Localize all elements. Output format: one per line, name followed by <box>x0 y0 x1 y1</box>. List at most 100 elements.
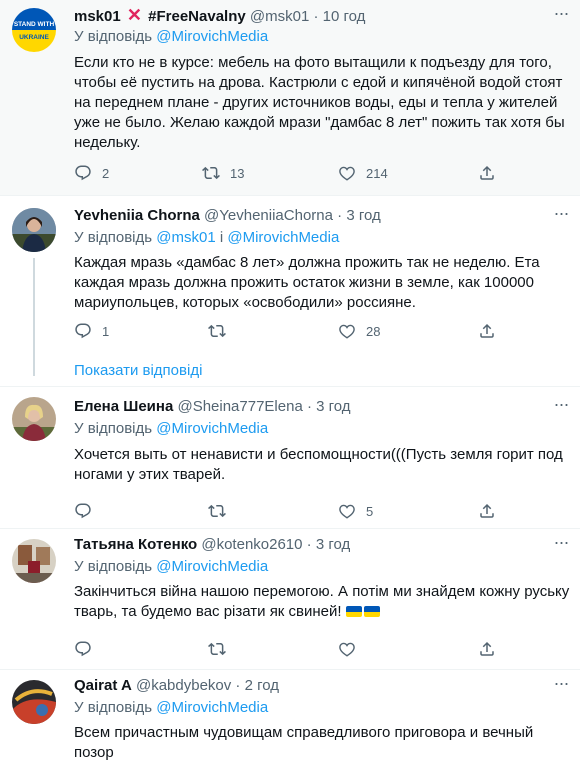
share-icon <box>480 323 494 338</box>
retweet-icon <box>208 324 226 338</box>
retweet-button[interactable] <box>208 501 226 521</box>
heart-icon <box>339 642 355 657</box>
tweet[interactable]: Yevheniia Chorna @YevheniiaChorna · 3 го… <box>0 196 580 387</box>
timestamp[interactable]: 3 год <box>346 207 380 224</box>
ukraine-flag-icon <box>363 606 380 617</box>
like-button[interactable]: 214 <box>338 163 388 183</box>
tweet-actions: 5 <box>74 501 504 521</box>
share-button[interactable] <box>478 501 496 521</box>
avatar[interactable] <box>12 539 56 583</box>
tweet-text: Каждая мразь «дамбас 8 лет» должна прожи… <box>74 254 540 311</box>
user-handle[interactable]: @msk01 <box>250 8 309 25</box>
separator-dot: · <box>306 536 312 553</box>
display-name[interactable]: Yevheniia Chorna <box>74 207 200 224</box>
tweet-header: Татьяна Котенко @kotenko2610 · 3 год <box>74 535 350 554</box>
more-options-icon[interactable]: ··· <box>552 4 570 26</box>
like-button[interactable] <box>338 639 356 659</box>
profile-photo <box>12 397 56 441</box>
avatar[interactable] <box>12 397 56 441</box>
retweet-icon <box>202 166 220 180</box>
ukraine-flag-icon <box>345 606 362 617</box>
reply-prefix: У відповідь <box>74 699 153 716</box>
reply-icon <box>75 165 91 181</box>
display-name[interactable]: msk01 <box>74 8 121 25</box>
mention-link[interactable]: @msk01 <box>156 229 215 246</box>
display-name[interactable]: Qairat A <box>74 677 132 694</box>
separator-dot: · <box>337 207 343 224</box>
reply-prefix: У відповідь <box>74 420 153 437</box>
tweet[interactable]: Елена Шеина @Sheina777Elena · 3 год ··· … <box>0 387 580 529</box>
tweet[interactable]: Qairat A @kabdybekov · 2 год ··· У відпо… <box>0 670 580 780</box>
tweet-actions <box>74 639 504 659</box>
tweet[interactable]: STAND WITH UKRAINE msk01 ✕ #FreeNavalny … <box>0 0 580 196</box>
like-button[interactable]: 5 <box>338 501 373 521</box>
heart-icon <box>339 166 355 181</box>
share-button[interactable] <box>478 321 496 341</box>
more-options-icon[interactable]: ··· <box>552 204 570 226</box>
reply-context: У відповідь @MirovichMedia <box>74 420 268 437</box>
avatar[interactable] <box>12 680 56 724</box>
reply-prefix: У відповідь <box>74 28 153 45</box>
reply-context: У відповідь @MirovichMedia <box>74 28 268 45</box>
tweet-actions: 2 13 214 <box>74 163 504 183</box>
timestamp[interactable]: 10 год <box>323 8 366 25</box>
reply-feed: STAND WITH UKRAINE msk01 ✕ #FreeNavalny … <box>0 0 580 780</box>
heart-icon <box>339 504 355 519</box>
share-icon <box>480 503 494 518</box>
separator-dot: · <box>235 677 241 694</box>
more-options-icon[interactable]: ··· <box>552 395 570 417</box>
tweet[interactable]: Татьяна Котенко @kotenko2610 · 3 год ···… <box>0 529 580 670</box>
profile-photo <box>12 680 56 724</box>
reply-count: 2 <box>102 165 110 181</box>
more-options-icon[interactable]: ··· <box>552 533 570 555</box>
stand-with-ukraine-avatar-icon: STAND WITH UKRAINE <box>12 8 56 52</box>
retweet-button[interactable] <box>208 639 226 659</box>
mention-link[interactable]: @MirovichMedia <box>156 558 268 575</box>
user-handle[interactable]: @Sheina777Elena <box>177 398 302 415</box>
like-button[interactable]: 28 <box>338 321 380 341</box>
user-handle[interactable]: @YevheniiaChorna <box>204 207 333 224</box>
tweet-header: Елена Шеина @Sheina777Elena · 3 год <box>74 397 351 416</box>
retweet-icon <box>208 642 226 656</box>
reply-icon <box>75 641 91 657</box>
retweet-button[interactable]: 13 <box>202 163 244 183</box>
share-icon <box>480 641 494 656</box>
retweet-icon <box>208 504 226 518</box>
avatar[interactable] <box>12 208 56 252</box>
more-options-icon[interactable]: ··· <box>552 674 570 696</box>
reply-count: 1 <box>102 323 110 339</box>
reply-button[interactable] <box>74 501 92 521</box>
reply-button[interactable]: 2 <box>74 163 109 183</box>
mention-link[interactable]: @MirovichMedia <box>156 28 268 45</box>
timestamp[interactable]: 3 год <box>316 536 350 553</box>
display-name[interactable]: Татьяна Котенко <box>74 536 197 553</box>
show-replies-link[interactable]: Показати відповіді <box>74 362 202 379</box>
display-name-suffix[interactable]: #FreeNavalny <box>148 8 246 25</box>
retweet-button[interactable] <box>208 321 226 341</box>
timestamp[interactable]: 2 год <box>245 677 279 694</box>
tweet-actions: 1 28 <box>74 321 504 341</box>
share-button[interactable] <box>478 163 496 183</box>
user-handle[interactable]: @kotenko2610 <box>201 536 302 553</box>
reply-context: У відповідь @MirovichMedia <box>74 558 268 575</box>
share-button[interactable] <box>478 639 496 659</box>
mention-link[interactable]: @MirovichMedia <box>156 699 268 716</box>
display-name[interactable]: Елена Шеина <box>74 398 173 415</box>
profile-photo <box>12 539 56 583</box>
timestamp[interactable]: 3 год <box>316 398 350 415</box>
reply-button[interactable] <box>74 639 92 659</box>
tweet-text: Если кто не в курсе: мебель на фото выта… <box>74 54 565 151</box>
svg-text:STAND WITH: STAND WITH <box>14 21 55 28</box>
user-handle[interactable]: @kabdybekov <box>136 677 231 694</box>
reply-prefix: У відповідь <box>74 558 153 575</box>
like-count: 28 <box>366 323 381 339</box>
mention-link[interactable]: @MirovichMedia <box>227 229 339 246</box>
heart-icon <box>339 324 355 339</box>
mention-link[interactable]: @MirovichMedia <box>156 420 268 437</box>
thread-line <box>33 258 35 376</box>
avatar[interactable]: STAND WITH UKRAINE <box>12 8 56 52</box>
like-count: 214 <box>366 165 388 181</box>
separator-dot: · <box>306 398 312 415</box>
tweet-text-body: Закінчиться війна нашою перемогою. А пот… <box>74 583 570 620</box>
reply-button[interactable]: 1 <box>74 321 109 341</box>
